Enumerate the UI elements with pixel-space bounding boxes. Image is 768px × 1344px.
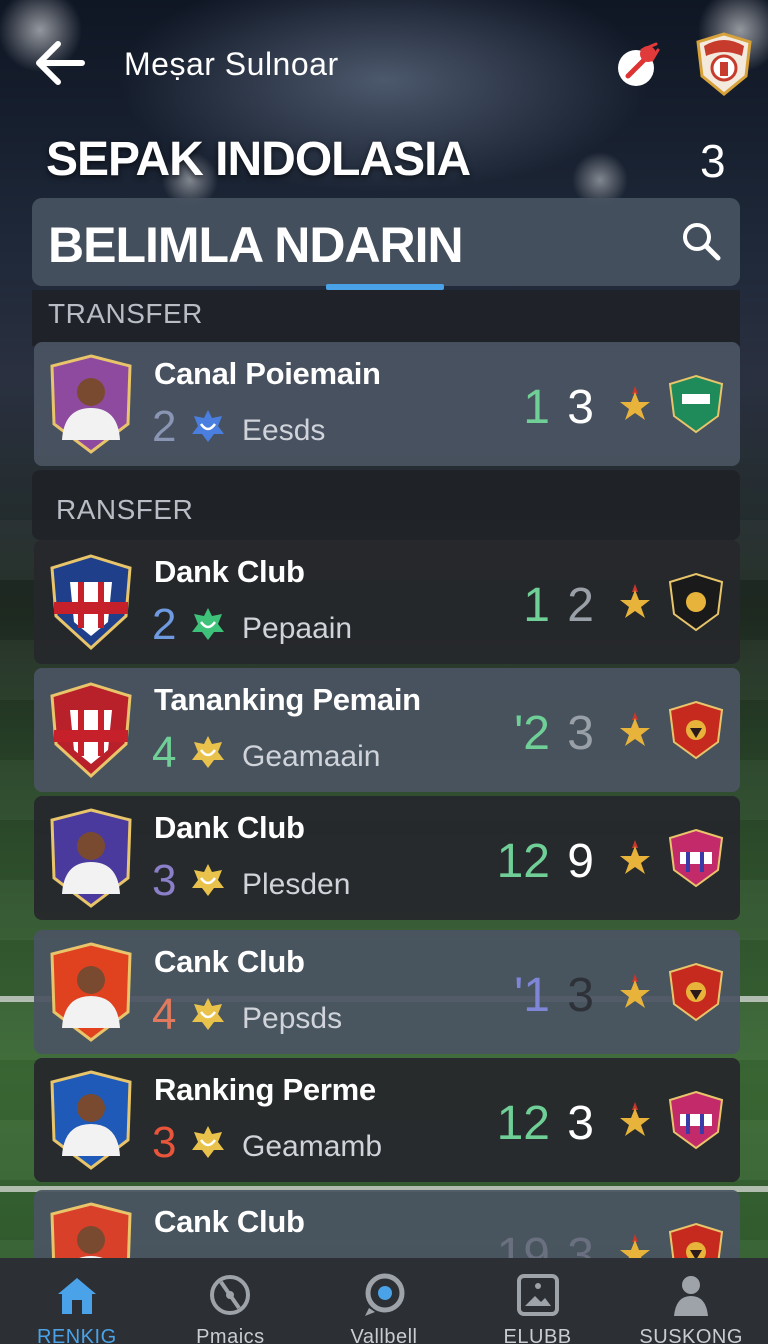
search-button[interactable] [680, 220, 722, 262]
back-button[interactable] [32, 38, 88, 88]
pin-icon [618, 42, 660, 86]
star-icon [618, 384, 652, 424]
card-score-primary: 12 [496, 1097, 550, 1150]
nav-label: SUSKONG [639, 1326, 743, 1344]
section-label: TRANSFER [48, 298, 203, 329]
person-icon [674, 1276, 709, 1316]
card-score-primary: 12 [496, 835, 550, 888]
ranking-card[interactable]: Dank Club 2 Pepaain 1 2 [34, 540, 740, 664]
card-score-secondary: 2 [567, 579, 594, 632]
target-icon [364, 1273, 405, 1316]
card-name: Canal Poiemain [154, 356, 381, 391]
nav-item-profile[interactable]: SUSKONG [614, 1258, 768, 1344]
section-label: RANSFER [56, 494, 194, 525]
badge-icon [190, 734, 226, 770]
club-shield-icon [48, 552, 134, 652]
ranking-card[interactable]: Cank Club 4 Pepsds '1 3 [34, 930, 740, 1054]
picture-icon [516, 1274, 559, 1316]
card-name: Cank Club [154, 1204, 305, 1239]
club-crest-icon [668, 374, 724, 434]
arrow-left-icon [36, 41, 85, 85]
card-rank: 3 [152, 856, 177, 905]
club-crest-icon [668, 700, 724, 760]
card-name: Cank Club [154, 944, 305, 979]
player-avatar [48, 942, 134, 1042]
nav-label: ELUBB [503, 1326, 572, 1344]
ranking-card[interactable]: Ranking Perme 3 Geamamb 12 3 [34, 1058, 740, 1182]
badge-icon [190, 606, 226, 642]
card-rank: 4 [152, 990, 177, 1039]
card-name: Tananking Pemain [154, 682, 421, 717]
club-shield-icon [48, 680, 134, 780]
page-title: SEPAK INDOLASIA [46, 133, 471, 186]
card-score-primary: '2 [514, 707, 550, 760]
card-rank: 3 [152, 1118, 177, 1167]
star-icon [618, 838, 652, 878]
bottom-nav: RENKIG Pmaics Vallbell ELUBB SUSKONG [0, 1258, 768, 1344]
card-subtitle: Plesden [242, 868, 351, 901]
player-avatar [48, 354, 134, 454]
nav-item-club[interactable]: ELUBB [461, 1258, 615, 1344]
club-crest-icon [668, 828, 724, 888]
nav-item-matches[interactable]: Pmaics [154, 1258, 308, 1344]
card-name: Ranking Perme [154, 1072, 376, 1107]
club-crest-icon[interactable] [694, 32, 754, 96]
card-score-primary: '1 [514, 969, 550, 1022]
card-name: Dank Club [154, 810, 305, 845]
star-icon [618, 972, 652, 1012]
search-input[interactable]: BELIMLA NDARIN [48, 216, 464, 274]
badge-icon [190, 1124, 226, 1160]
badge-icon [190, 408, 226, 444]
badge-icon [190, 996, 226, 1032]
card-score-secondary: 3 [567, 707, 594, 760]
nav-item-ranking[interactable]: RENKIG [0, 1258, 154, 1344]
card-subtitle: Geamamb [242, 1130, 383, 1163]
badge-icon [190, 862, 226, 898]
card-score-secondary: 3 [567, 969, 594, 1022]
search-icon [683, 223, 721, 261]
page-count: 3 [700, 135, 726, 187]
card-score-secondary: 3 [567, 381, 594, 434]
home-icon [57, 1278, 96, 1314]
card-score-primary: 1 [523, 381, 550, 434]
nav-item-vallbell[interactable]: Vallbell [307, 1258, 461, 1344]
card-rank: 2 [152, 402, 177, 451]
star-icon [618, 710, 652, 750]
top-bar: Meṣar Sulnoar [0, 0, 768, 120]
nav-label: Pmaics [196, 1326, 265, 1344]
star-icon [618, 582, 652, 622]
card-score-secondary: 9 [567, 835, 594, 888]
club-crest-icon [668, 572, 724, 632]
nav-label: Vallbell [350, 1326, 418, 1344]
card-rank: 4 [152, 728, 177, 777]
card-rank: 2 [152, 600, 177, 649]
card-subtitle: Eesds [242, 414, 326, 447]
compass-icon [210, 1275, 251, 1315]
card-subtitle: Pepsds [242, 1002, 343, 1035]
search-bar[interactable]: BELIMLA NDARIN [32, 198, 740, 286]
card-subtitle: Geamaain [242, 740, 381, 773]
card-subtitle: Pepaain [242, 612, 353, 645]
ranking-card[interactable]: Tananking Pemain 4 Geamaain '2 3 [34, 668, 740, 792]
ranking-card[interactable]: Canal Poiemain 2 Eesds 1 3 [34, 342, 740, 466]
player-avatar [48, 1070, 134, 1170]
app-title: Meṣar Sulnoar [124, 46, 339, 82]
player-avatar [48, 808, 134, 908]
star-icon [618, 1100, 652, 1140]
ranking-card[interactable]: Dank Club 3 Plesden 12 9 [34, 796, 740, 920]
club-crest-icon [668, 962, 724, 1022]
card-score-primary: 1 [523, 579, 550, 632]
pin-button[interactable] [614, 40, 664, 90]
club-crest-icon [668, 1090, 724, 1150]
card-name: Dank Club [154, 554, 305, 589]
card-score-secondary: 3 [567, 1097, 594, 1150]
nav-label: RENKIG [36, 1326, 117, 1344]
